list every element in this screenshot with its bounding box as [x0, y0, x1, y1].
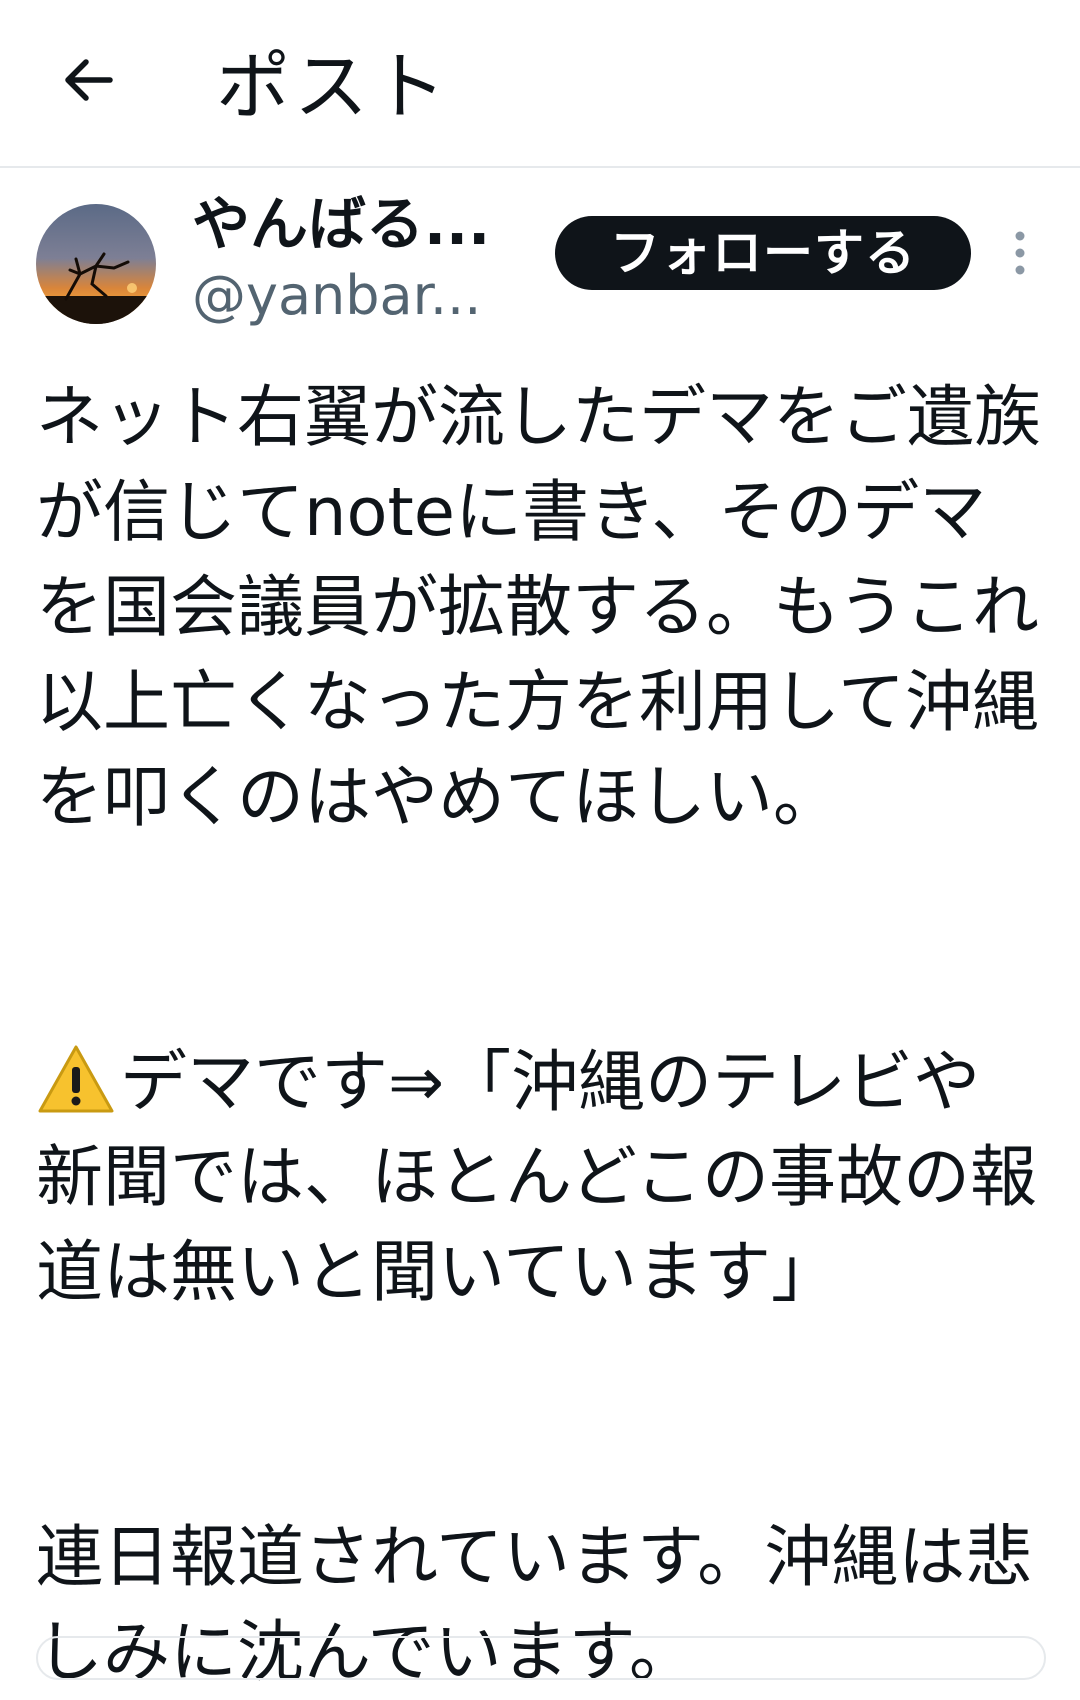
warning-icon	[38, 1045, 114, 1113]
more-options-button[interactable]	[1005, 228, 1035, 278]
post-text: ネット右翼が流したデマをご遺族が信じてnoteに書き、そのデマを国会議員が拡散す…	[36, 370, 1046, 1700]
page-title: ポスト	[216, 44, 450, 130]
display-name[interactable]: やんばる...	[192, 188, 490, 260]
back-button[interactable]	[48, 40, 128, 120]
post-paragraph-1: ネット右翼が流したデマをご遺族が信じてnoteに書き、そのデマを国会議員が拡散す…	[36, 378, 1041, 836]
follow-button[interactable]: フォローする	[555, 216, 971, 290]
author-row: やんばる... @yanbar... フォローする	[0, 166, 1080, 336]
post-paragraph-2: デマです⇒「沖縄のテレビや新聞では、ほとんどこの事故の報道は無いと聞いています」	[36, 1035, 1046, 1320]
avatar[interactable]	[36, 204, 156, 324]
arrow-left-icon	[65, 59, 113, 101]
post-paragraph-2-text: デマです⇒「沖縄のテレビや新聞では、ほとんどこの事故の報道は無いと聞いています」	[36, 1043, 1037, 1311]
vertical-ellipsis-icon	[1015, 231, 1025, 275]
embedded-card[interactable]	[36, 1636, 1046, 1680]
user-handle[interactable]: @yanbar...	[192, 262, 481, 330]
top-bar: ポスト	[0, 0, 1080, 168]
